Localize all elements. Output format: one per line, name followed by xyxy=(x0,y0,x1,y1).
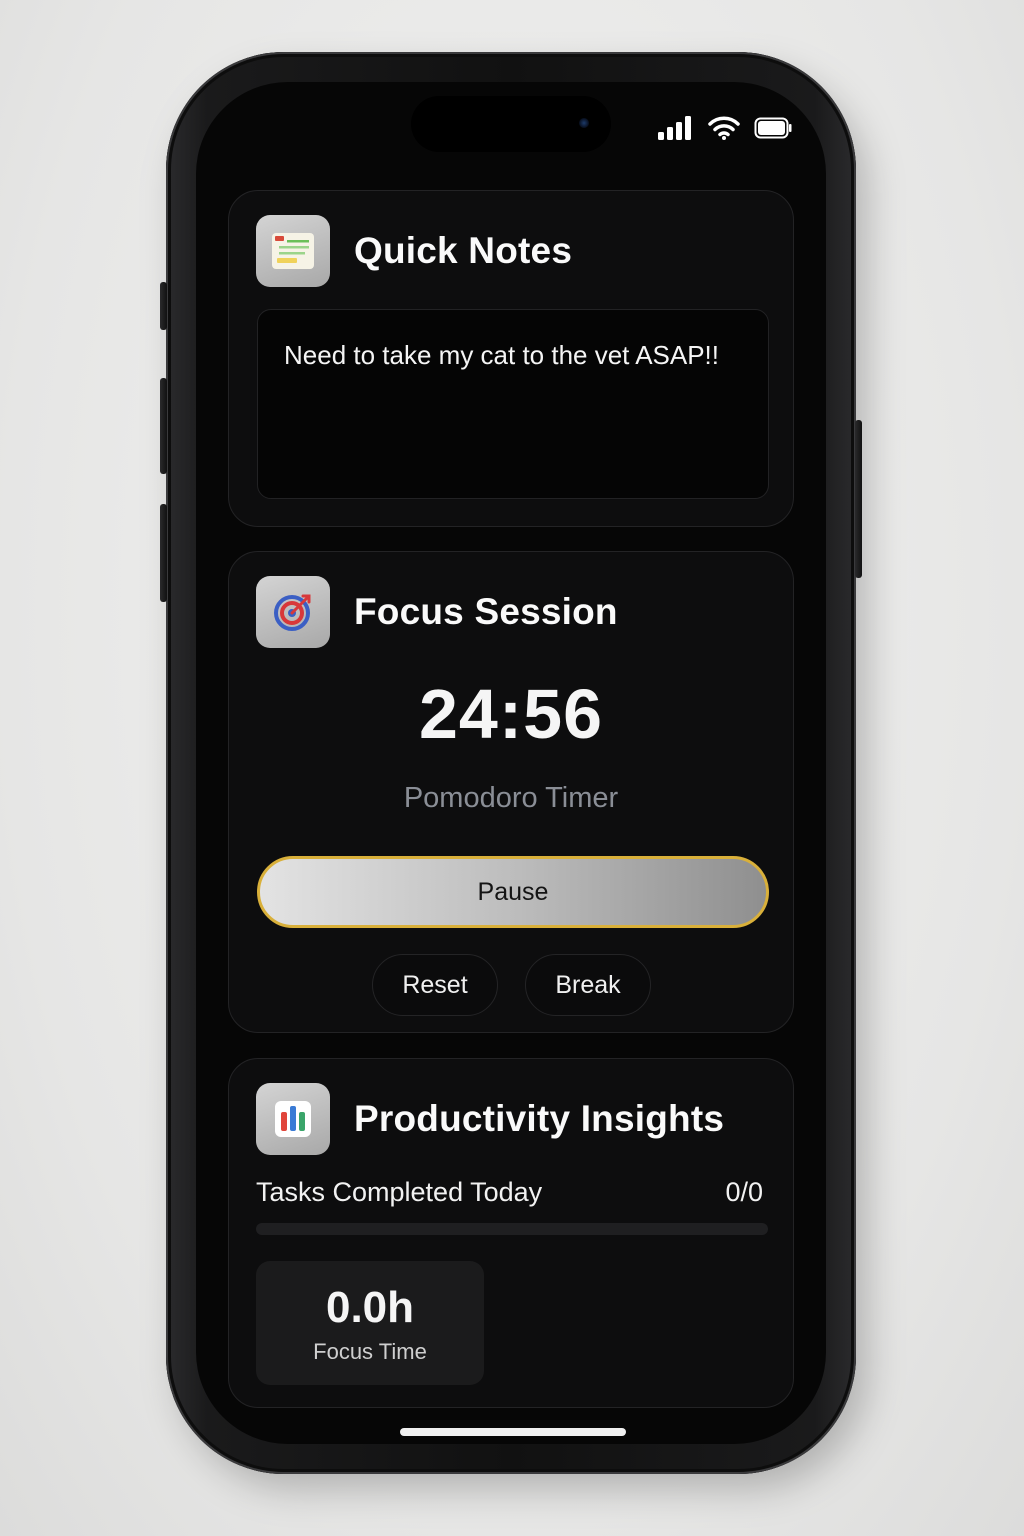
dynamic-island xyxy=(411,96,611,152)
timer-display: 24:56 xyxy=(418,675,604,753)
status-bar xyxy=(658,116,792,140)
note-text: Need to take my cat to the vet ASAP!! xyxy=(284,340,720,370)
productivity-insights-card: Productivity Insights Tasks Completed To… xyxy=(228,1058,794,1408)
reset-button[interactable]: Reset xyxy=(372,954,498,1016)
quick-notes-card: Quick Notes Need to take my cat to the v… xyxy=(228,190,794,527)
tasks-completed-row: Tasks Completed Today 0/0 xyxy=(256,1177,763,1208)
timer-label: Pomodoro Timer xyxy=(403,782,619,814)
tasks-completed-label: Tasks Completed Today xyxy=(256,1177,543,1207)
volume-up-button xyxy=(160,378,167,474)
action-button xyxy=(160,282,167,330)
target-icon xyxy=(256,576,330,648)
power-button xyxy=(855,420,862,578)
quick-notes-title: Quick Notes xyxy=(354,230,573,271)
volume-down-button xyxy=(160,504,167,602)
signal-bars-icon xyxy=(658,116,691,140)
focus-session-title: Focus Session xyxy=(354,591,618,632)
quick-notes-header: Quick Notes xyxy=(256,215,572,287)
focus-session-card: Focus Session 24:56 Pomodoro Timer Pause… xyxy=(228,551,794,1033)
wifi-icon xyxy=(708,116,740,140)
tasks-completed-value: 0/0 xyxy=(725,1177,763,1207)
insights-title: Productivity Insights xyxy=(354,1098,725,1139)
pause-button[interactable]: Pause xyxy=(257,856,769,928)
notepad-icon xyxy=(256,215,330,287)
camera-icon xyxy=(579,118,589,128)
battery-icon xyxy=(754,117,792,139)
focus-time-value: 0.0h xyxy=(325,1283,415,1332)
home-indicator[interactable] xyxy=(400,1428,626,1436)
tasks-progress-bar xyxy=(256,1223,768,1235)
focus-session-header: Focus Session xyxy=(256,576,618,648)
break-button[interactable]: Break xyxy=(525,954,651,1016)
phone-screen: Quick Notes Need to take my cat to the v… xyxy=(196,82,826,1444)
focus-time-tile: 0.0h Focus Time xyxy=(256,1261,484,1385)
focus-time-label: Focus Time xyxy=(313,1339,427,1364)
note-text-area[interactable]: Need to take my cat to the vet ASAP!! xyxy=(257,309,769,499)
insights-header: Productivity Insights xyxy=(256,1083,724,1155)
bar-chart-icon xyxy=(256,1083,330,1155)
